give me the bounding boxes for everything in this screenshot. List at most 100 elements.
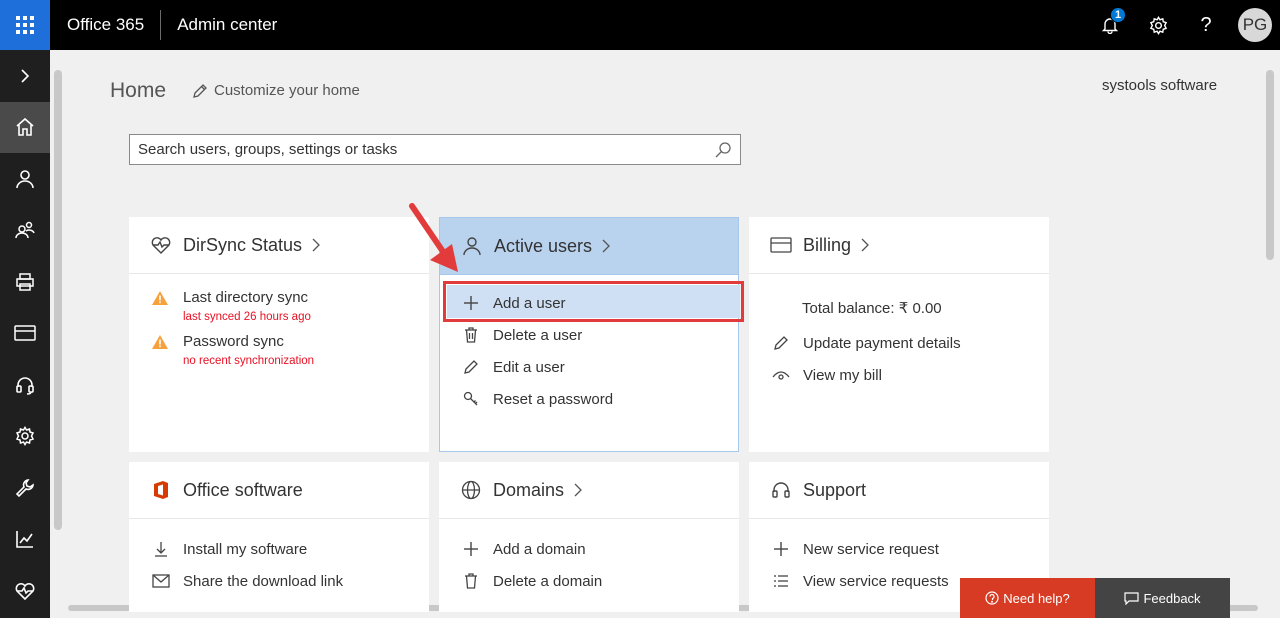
office-software-card: Office software Install my software Shar… [129, 462, 429, 612]
office-logo-icon [154, 481, 168, 499]
notifications-button[interactable]: 1 [1086, 0, 1134, 50]
total-balance-label: Total balance: ₹ 0.00 [802, 300, 942, 317]
billing-card-header[interactable]: Billing [749, 217, 1049, 274]
nav-resources[interactable] [0, 256, 50, 308]
gear-icon [15, 426, 35, 447]
help-button[interactable]: ? [1182, 0, 1230, 50]
avatar[interactable]: PG [1238, 8, 1272, 42]
feedback-button[interactable]: Feedback [1095, 578, 1230, 618]
reset-password-label: Reset a password [493, 390, 614, 408]
update-payment-label: Update payment details [803, 334, 961, 352]
groups-icon [15, 222, 35, 239]
active-users-card-header[interactable]: Active users [440, 218, 738, 275]
search-button[interactable] [714, 141, 732, 164]
credit-card-icon [14, 325, 36, 341]
chevron-right-icon [602, 239, 610, 253]
nav-users[interactable] [0, 153, 50, 205]
reset-password-link[interactable]: Reset a password [439, 383, 739, 415]
page-title: Home [110, 79, 167, 102]
customize-home-label: Customize your home [214, 82, 360, 99]
delete-user-label: Delete a user [493, 326, 583, 344]
search-input[interactable] [138, 141, 698, 158]
pencil-icon [464, 360, 478, 374]
install-software-link[interactable]: Install my software [129, 533, 429, 565]
brand-link[interactable]: Office 365 [67, 15, 144, 35]
update-payment-link[interactable]: Update payment details [749, 327, 1049, 359]
chevron-right-icon [21, 69, 30, 83]
home-icon [16, 118, 34, 137]
list-icon [774, 575, 788, 587]
domains-card-title: Domains [493, 479, 565, 500]
heart-pulse-icon [15, 582, 35, 600]
delete-domain-link[interactable]: Delete a domain [439, 565, 739, 597]
nav-billing[interactable] [0, 308, 50, 360]
plus-icon [464, 542, 478, 556]
headset-icon [16, 376, 34, 395]
nav-settings[interactable] [0, 411, 50, 463]
last-directory-sync-status: last synced 26 hours ago [183, 311, 311, 323]
top-bar-actions: 1 ? PG [1086, 0, 1280, 50]
nav-setup[interactable] [0, 462, 50, 514]
delete-user-link[interactable]: Delete a user [439, 319, 739, 351]
dirsync-card-header[interactable]: DirSync Status [129, 217, 429, 274]
brand-divider [160, 10, 162, 40]
trash-icon [465, 573, 477, 589]
feedback-label: Feedback [1143, 590, 1201, 606]
view-bill-label: View my bill [803, 366, 882, 384]
view-bill-link[interactable]: View my bill [749, 359, 1049, 391]
list-item: Password sync no recent synchronization [129, 332, 429, 370]
left-nav [0, 50, 50, 618]
share-download-label: Share the download link [183, 572, 344, 590]
billing-card-title: Billing [803, 234, 852, 255]
new-service-request-link[interactable]: New service request [749, 533, 1049, 565]
add-domain-link[interactable]: Add a domain [439, 533, 739, 565]
heart-pulse-icon [151, 237, 171, 254]
need-help-label: Need help? [1003, 590, 1070, 606]
nav-reports[interactable] [0, 514, 50, 566]
credit-card-icon [770, 237, 792, 253]
chevron-right-icon [861, 238, 869, 252]
password-sync-label[interactable]: Password sync [183, 332, 314, 352]
download-icon [155, 542, 167, 557]
waffle-icon [16, 16, 34, 34]
app-launcher-button[interactable] [0, 0, 50, 50]
domains-card-header[interactable]: Domains [439, 462, 739, 519]
search-icon [715, 142, 731, 158]
notification-badge: 1 [1110, 7, 1126, 23]
need-help-button[interactable]: Need help? [960, 578, 1095, 618]
user-icon [16, 169, 34, 188]
key-icon [463, 391, 478, 406]
install-software-label: Install my software [183, 540, 308, 558]
pencil-icon [193, 83, 207, 98]
settings-button[interactable] [1134, 0, 1182, 50]
active-users-card-title: Active users [494, 235, 593, 256]
nav-expand[interactable] [0, 50, 50, 102]
nav-health[interactable] [0, 565, 50, 617]
inner-vertical-scrollbar[interactable] [54, 70, 62, 530]
support-card-title: Support [803, 479, 867, 500]
app-title: Admin center [177, 15, 278, 34]
nav-groups[interactable] [0, 205, 50, 257]
globe-icon [461, 480, 481, 500]
support-card-header[interactable]: Support [749, 462, 1049, 519]
headset-icon [772, 482, 790, 498]
share-download-link[interactable]: Share the download link [129, 565, 429, 597]
last-directory-sync-label[interactable]: Last directory sync [183, 288, 311, 308]
customize-home-link[interactable]: Customize your home [192, 82, 360, 99]
org-name: systools software [1102, 77, 1218, 94]
vertical-scrollbar[interactable] [1266, 70, 1274, 260]
view-service-requests-label: View service requests [803, 572, 949, 590]
dirsync-card-title: DirSync Status [183, 234, 303, 255]
nav-home[interactable] [0, 101, 50, 153]
office-software-card-header[interactable]: Office software [129, 462, 429, 519]
gear-icon [1149, 15, 1167, 35]
delete-domain-label: Delete a domain [493, 572, 603, 590]
warning-icon [152, 291, 168, 305]
printer-icon [16, 273, 34, 291]
pencil-icon [774, 336, 788, 350]
billing-card: Billing Total balance: ₹ 0.00 Update pay… [749, 217, 1049, 452]
warning-icon [152, 335, 168, 349]
nav-support[interactable] [0, 359, 50, 411]
edit-user-link[interactable]: Edit a user [439, 351, 739, 383]
add-domain-label: Add a domain [493, 540, 586, 558]
